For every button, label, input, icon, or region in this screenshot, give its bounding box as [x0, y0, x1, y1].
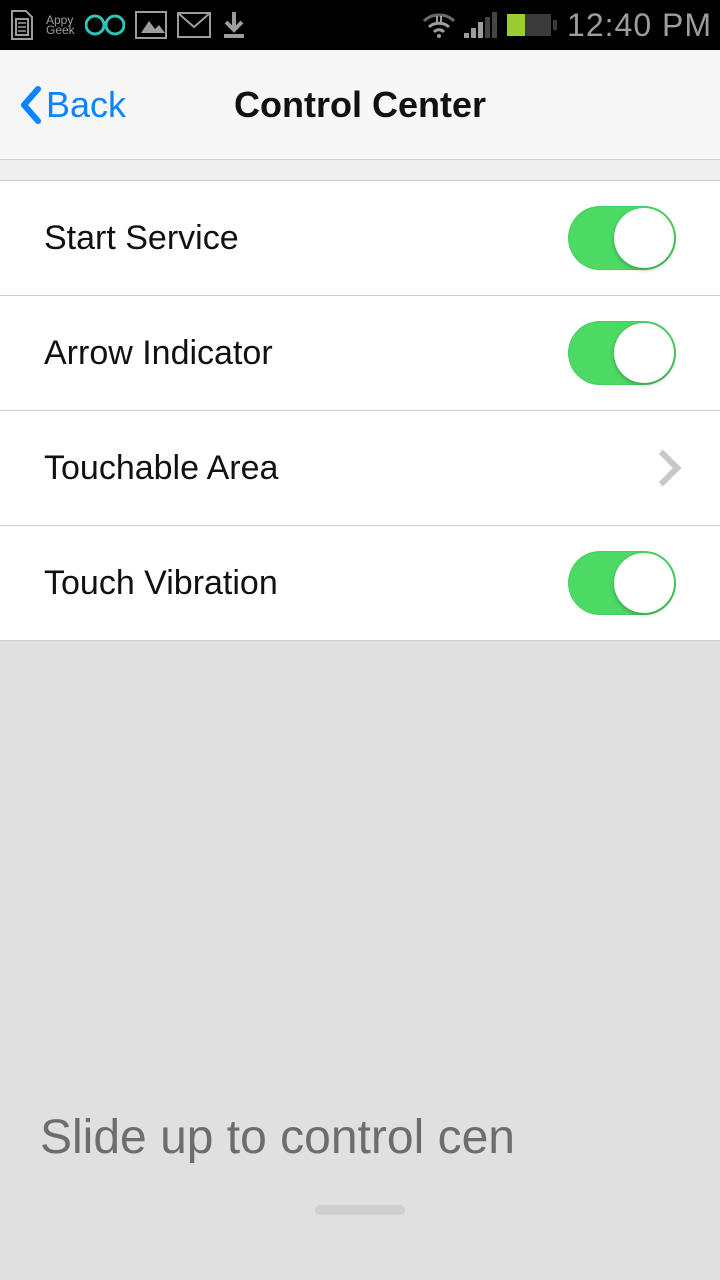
slide-up-hint[interactable]: Slide up to control cen: [0, 1090, 720, 1280]
chevron-right-icon: [645, 450, 682, 487]
status-bar-left: Appy Geek: [8, 9, 422, 41]
toggle-start-service[interactable]: [568, 206, 676, 270]
appy-geek-icon: Appy Geek: [46, 15, 75, 35]
cell-signal-icon: [464, 12, 497, 38]
row-label: Start Service: [44, 219, 239, 258]
gallery-icon: [135, 11, 167, 39]
status-bar-right: 12:40 PM: [422, 7, 712, 44]
row-label: Touch Vibration: [44, 564, 278, 603]
wifi-icon: [422, 11, 456, 39]
back-button[interactable]: Back: [0, 84, 126, 126]
nav-header: Back Control Center: [0, 50, 720, 160]
row-label: Touchable Area: [44, 449, 278, 488]
settings-list: Start Service Arrow Indicator Touchable …: [0, 180, 720, 641]
glasses-icon: [85, 13, 125, 37]
row-arrow-indicator: Arrow Indicator: [0, 296, 720, 411]
section-gap: [0, 160, 720, 180]
chevron-left-icon: [18, 85, 42, 125]
battery-icon: [505, 12, 559, 38]
android-status-bar: Appy Geek 12:40 PM: [0, 0, 720, 50]
grab-handle-icon: [315, 1205, 405, 1215]
row-start-service: Start Service: [0, 181, 720, 296]
download-icon: [221, 10, 247, 40]
toggle-arrow-indicator[interactable]: [568, 321, 676, 385]
status-clock: 12:40 PM: [567, 7, 712, 44]
gmail-icon: [177, 12, 211, 38]
row-label: Arrow Indicator: [44, 334, 273, 373]
toggle-touch-vibration[interactable]: [568, 551, 676, 615]
row-touch-vibration: Touch Vibration: [0, 526, 720, 641]
hint-text: Slide up to control cen: [40, 1110, 680, 1165]
back-button-label: Back: [46, 84, 126, 126]
sim-icon: [8, 9, 36, 41]
row-touchable-area[interactable]: Touchable Area: [0, 411, 720, 526]
